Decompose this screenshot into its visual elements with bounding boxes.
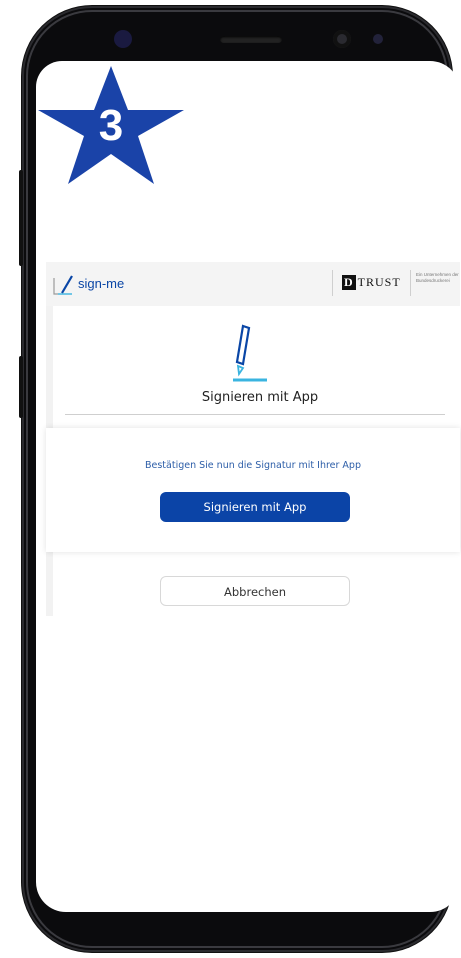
header-divider [332, 270, 333, 296]
confirm-message: Bestätigen Sie nun die Signatur mit Ihre… [145, 460, 361, 471]
bixby-button [19, 356, 23, 418]
front-camera-icon [333, 30, 351, 48]
step-number: 3 [98, 101, 124, 150]
signature-pen-icon [233, 324, 267, 382]
app-header: sign-me D TRUST Ein Unternehmen der Bunde… [46, 262, 460, 307]
signing-card: Signieren mit App [53, 306, 460, 426]
page-title: Signieren mit App [201, 390, 319, 405]
step-badge: 3 [38, 66, 184, 184]
earpiece-speaker [220, 36, 282, 43]
dtrust-logo: D TRUST [342, 275, 401, 290]
volume-button [19, 170, 23, 266]
cancel-button[interactable]: Abbrechen [160, 576, 350, 606]
confirm-panel: Bestätigen Sie nun die Signatur mit Ihre… [46, 428, 460, 552]
sign-me-logo-icon [53, 275, 73, 295]
iris-sensor-icon [114, 30, 132, 48]
header-divider-2 [410, 270, 411, 296]
proximity-sensor-icon [373, 34, 383, 44]
partner-note: Ein Unternehmen der Bundesdruckerei [416, 272, 459, 283]
sign-with-app-button[interactable]: Signieren mit App [160, 492, 350, 522]
logo-text: sign-me [78, 276, 125, 291]
title-divider [65, 414, 445, 415]
